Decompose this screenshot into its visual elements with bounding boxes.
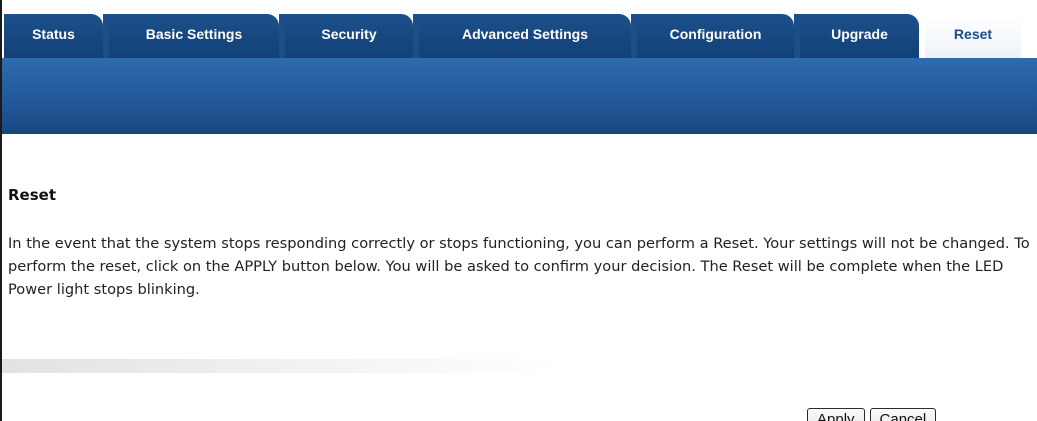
button-bar: Apply Cancel: [807, 408, 941, 421]
main-content: Reset In the event that the system stops…: [2, 134, 1037, 421]
page-title: Reset: [8, 186, 56, 204]
nav-tabs: Status Basic Settings Security Advanced …: [4, 14, 1021, 58]
apply-button[interactable]: Apply: [807, 408, 865, 421]
cancel-button[interactable]: Cancel: [869, 408, 937, 421]
tab-reset[interactable]: Reset: [919, 14, 1021, 58]
tab-configuration[interactable]: Configuration: [631, 14, 794, 58]
tab-advanced-settings[interactable]: Advanced Settings: [413, 14, 631, 58]
tab-upgrade[interactable]: Upgrade: [794, 14, 919, 58]
reset-description: In the event that the system stops respo…: [8, 235, 1030, 298]
router-admin-page: Status Basic Settings Security Advanced …: [0, 0, 1037, 421]
tab-security[interactable]: Security: [279, 14, 413, 58]
tab-status[interactable]: Status: [4, 14, 103, 58]
tab-basic-settings[interactable]: Basic Settings: [103, 14, 279, 58]
header-banner: [2, 58, 1037, 134]
divider: [2, 359, 562, 373]
